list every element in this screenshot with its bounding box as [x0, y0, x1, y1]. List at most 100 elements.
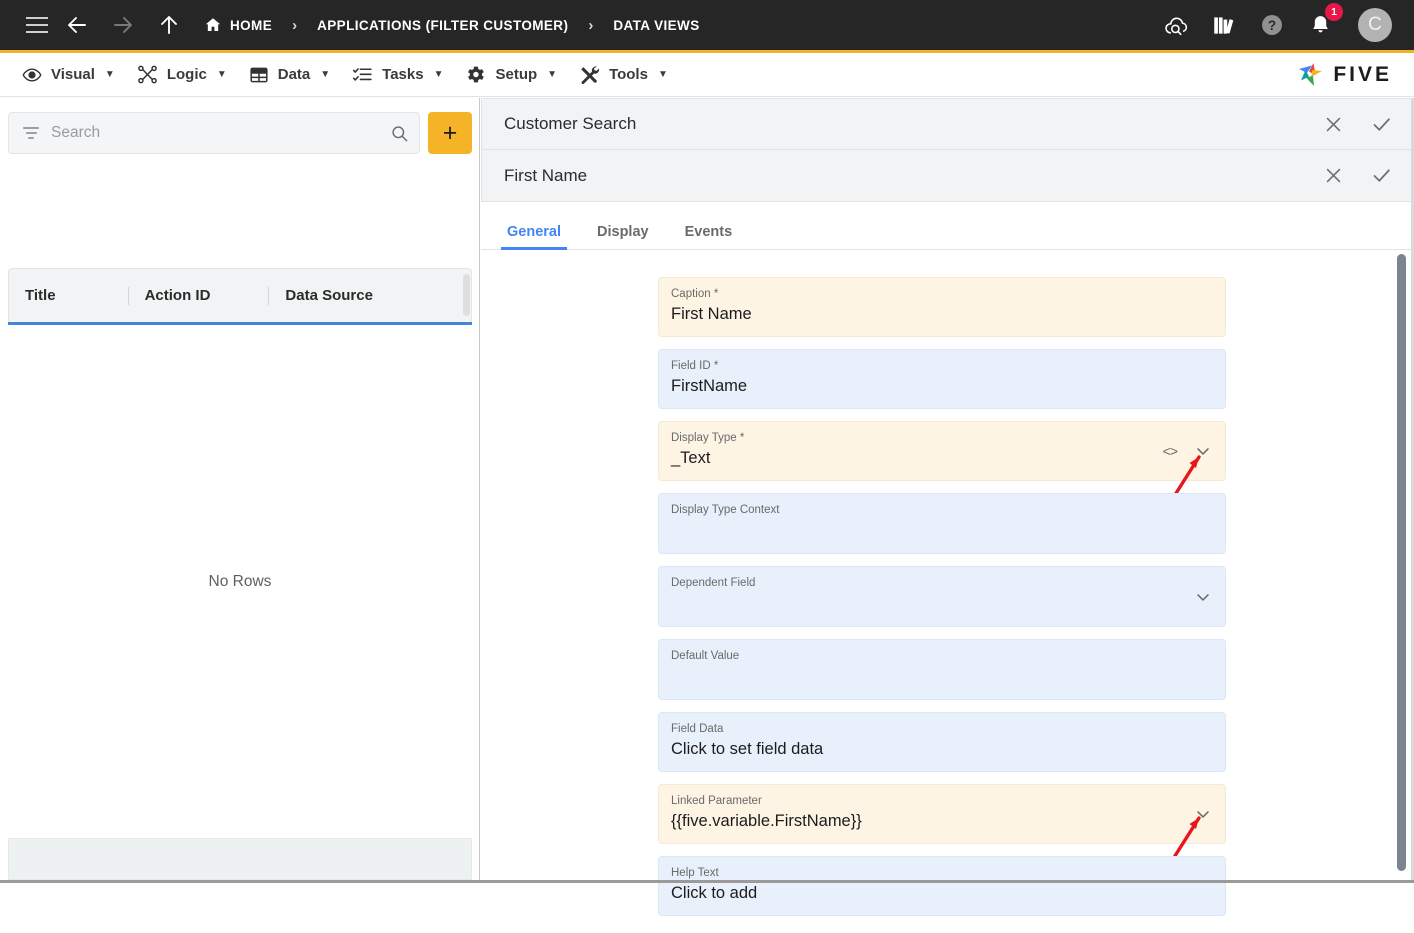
field-default-value[interactable]: Default Value: [658, 639, 1226, 700]
menu-item-label: Data: [278, 66, 311, 83]
cloud-search-button[interactable]: [1162, 11, 1190, 39]
breadcrumb: HOME › APPLICATIONS (FILTER CUSTOMER) › …: [204, 16, 700, 34]
menu-item-data[interactable]: Data ▼: [249, 65, 330, 85]
chevron-down-icon: ▼: [547, 69, 557, 80]
field-icon-group: <>: [1163, 441, 1213, 461]
field-icon-group: [1193, 587, 1213, 607]
menu-item-tasks[interactable]: Tasks ▼: [352, 64, 443, 85]
arrow-left-icon: [65, 13, 89, 37]
field-dependent-field[interactable]: Dependent Field: [658, 566, 1226, 627]
field-caption[interactable]: Caption * First Name: [658, 277, 1226, 337]
form-scrollbar-thumb[interactable]: [1397, 254, 1406, 871]
check-icon: [1371, 114, 1392, 135]
menu-item-label: Logic: [167, 66, 207, 83]
tab-general[interactable]: General: [489, 224, 579, 249]
form-scrollbar-track[interactable]: [1397, 250, 1411, 933]
menu-item-setup[interactable]: Setup ▼: [465, 64, 557, 85]
cloud-search-icon: [1163, 12, 1190, 39]
list-footer-bar: [8, 838, 472, 880]
home-icon: [204, 16, 222, 34]
add-data-view-button[interactable]: +: [428, 112, 472, 154]
search-box[interactable]: [8, 112, 420, 154]
record-save-button[interactable]: [1369, 112, 1393, 136]
field-label: Default Value: [671, 649, 1211, 664]
library-button[interactable]: [1210, 11, 1238, 39]
field-close-button[interactable]: [1321, 164, 1345, 188]
field-display-type-context[interactable]: Display Type Context: [658, 493, 1226, 554]
avatar[interactable]: C: [1358, 8, 1392, 42]
logic-nodes-icon: [137, 64, 158, 85]
column-header-action-id[interactable]: Action ID: [129, 287, 211, 304]
record-header-bar: Customer Search: [481, 98, 1414, 150]
field-label: Help Text: [671, 866, 1211, 881]
field-title: First Name: [504, 166, 587, 186]
breadcrumb-separator: ›: [292, 17, 297, 34]
tab-events[interactable]: Events: [667, 224, 751, 249]
menu-item-visual[interactable]: Visual ▼: [22, 65, 115, 85]
chevron-down-icon: ▼: [434, 69, 444, 80]
field-value: FirstName: [671, 375, 1211, 398]
breadcrumb-label: HOME: [230, 18, 272, 33]
arrow-up-icon: [157, 13, 181, 37]
record-close-button[interactable]: [1321, 112, 1345, 136]
hamburger-icon[interactable]: [26, 17, 48, 33]
filter-icon[interactable]: [23, 127, 39, 139]
field-value: [671, 519, 1211, 543]
menu-item-logic[interactable]: Logic ▼: [137, 64, 227, 85]
field-field-data[interactable]: Field Data Click to set field data: [658, 712, 1226, 772]
field-help-text[interactable]: Help Text Click to add: [658, 856, 1226, 916]
code-icon[interactable]: <>: [1163, 443, 1177, 459]
tab-display[interactable]: Display: [579, 224, 667, 249]
top-navigation-bar: HOME › APPLICATIONS (FILTER CUSTOMER) › …: [0, 0, 1414, 50]
notification-badge: 1: [1325, 3, 1343, 21]
menu-item-label: Tasks: [382, 66, 423, 83]
field-value: Click to add: [671, 882, 1211, 905]
field-label: Display Type *: [671, 431, 1211, 446]
search-icon[interactable]: [390, 124, 409, 143]
notifications-button[interactable]: 1: [1306, 11, 1334, 39]
field-value: First Name: [671, 303, 1211, 326]
field-icon-group: [1193, 804, 1213, 824]
close-icon: [1324, 115, 1343, 134]
field-value: [671, 665, 1211, 689]
chevron-down-icon[interactable]: [1193, 441, 1213, 461]
search-input[interactable]: [51, 124, 378, 142]
up-button[interactable]: [152, 8, 186, 42]
field-display-type[interactable]: Display Type * _Text <>: [658, 421, 1226, 481]
help-button[interactable]: ?: [1258, 11, 1286, 39]
topbar-actions: ? 1 C: [1162, 8, 1392, 42]
field-field-id[interactable]: Field ID * FirstName: [658, 349, 1226, 409]
back-button[interactable]: [60, 8, 94, 42]
check-icon: [1371, 165, 1392, 186]
breadcrumb-item-applications[interactable]: APPLICATIONS (FILTER CUSTOMER): [317, 18, 568, 33]
breadcrumb-item-data-views[interactable]: DATA VIEWS: [613, 18, 699, 33]
menu-item-label: Visual: [51, 66, 95, 83]
column-header-title[interactable]: Title: [9, 287, 56, 304]
help-icon: ?: [1259, 12, 1285, 38]
chevron-down-icon[interactable]: [1193, 587, 1213, 607]
record-title: Customer Search: [504, 114, 636, 134]
form-fields: Caption * First Name Field ID * FirstNam…: [658, 277, 1226, 916]
field-linked-parameter[interactable]: Linked Parameter {{five.variable.FirstNa…: [658, 784, 1226, 844]
field-save-button[interactable]: [1369, 164, 1393, 188]
column-header-data-source[interactable]: Data Source: [269, 287, 373, 304]
field-label: Caption *: [671, 287, 1211, 302]
chevron-down-icon: ▼: [217, 69, 227, 80]
field-header-actions: [1321, 164, 1393, 188]
chevron-down-icon[interactable]: [1193, 804, 1213, 824]
field-label: Display Type Context: [671, 503, 1211, 518]
editor-panel: Customer Search First Name: [481, 98, 1414, 883]
field-value: [671, 592, 1211, 616]
eye-icon: [22, 65, 42, 85]
chevron-down-icon: ▼: [658, 69, 668, 80]
general-tab-form: Caption * First Name Field ID * FirstNam…: [481, 250, 1414, 933]
search-row: +: [8, 112, 472, 154]
menu-item-tools[interactable]: Tools ▼: [579, 64, 668, 85]
list-header-scrollbar[interactable]: [463, 274, 470, 316]
breadcrumb-separator: ›: [588, 17, 593, 34]
forward-button[interactable]: [106, 8, 140, 42]
editor-tabs: General Display Events: [481, 202, 1414, 250]
breadcrumb-item-home[interactable]: HOME: [204, 16, 272, 34]
menu-item-label: Setup: [495, 66, 537, 83]
gear-icon: [465, 64, 486, 85]
